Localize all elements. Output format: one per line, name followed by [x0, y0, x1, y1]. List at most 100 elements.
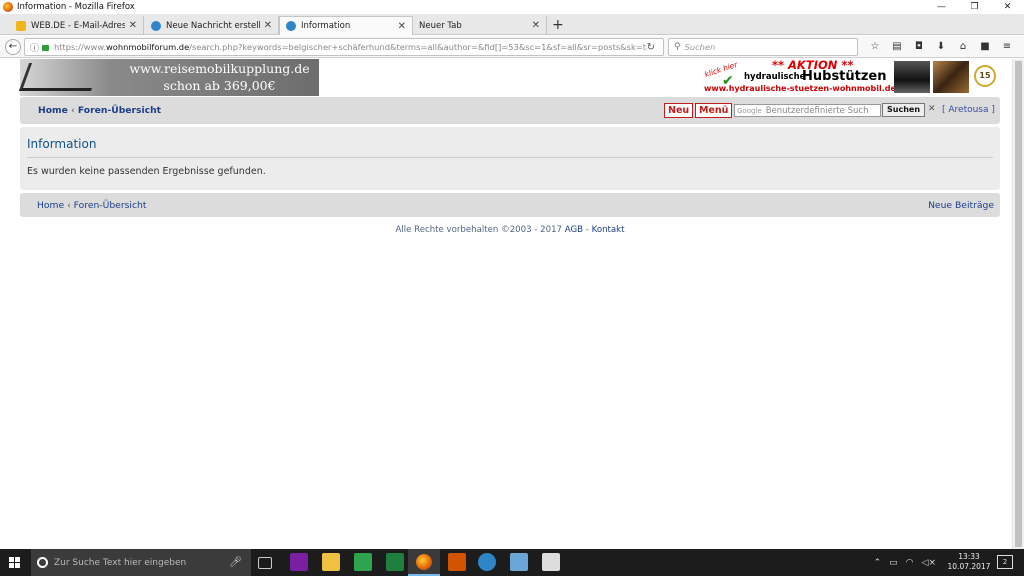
- pocket-icon[interactable]: ◘: [908, 39, 930, 55]
- firefox-icon: [3, 2, 13, 12]
- toolbar-icons: ☆ ▤ ◘ ⬇ ⌂ ■ ≡: [864, 39, 1018, 55]
- url-bar[interactable]: ⓘ https://www.wohnmobilforum.de/search.p…: [24, 38, 664, 56]
- tab-webde[interactable]: WEB.DE - E-Mail-Adresse ko ✕: [10, 16, 144, 35]
- url-text[interactable]: https://www.wohnmobilforum.de/search.php…: [54, 42, 647, 52]
- home-icon[interactable]: ⌂: [952, 39, 974, 55]
- breadcrumb-home[interactable]: Home: [38, 105, 68, 116]
- app-icon-1[interactable]: [290, 553, 308, 571]
- page-title: Information: [27, 137, 97, 151]
- excel-icon[interactable]: [386, 553, 404, 571]
- taskbar-search-box[interactable]: Zur Suche Text hier eingeben 🎤︎: [31, 549, 251, 576]
- user-profile-link[interactable]: [ Aretousa ]: [942, 105, 995, 115]
- close-tab-icon[interactable]: ✕: [264, 20, 272, 31]
- app-icon-8[interactable]: [510, 553, 528, 571]
- clear-search-icon[interactable]: ✕: [928, 104, 936, 114]
- breadcrumb-separator: ‹: [67, 200, 71, 211]
- close-tab-icon[interactable]: ✕: [532, 20, 540, 31]
- breadcrumb-forum-overview[interactable]: Foren-Übersicht: [78, 105, 161, 116]
- forum-icon: [286, 21, 296, 31]
- ad-hubstuetzen: Hubstützen: [802, 69, 887, 84]
- system-tray: ⌃ ▭ ◠ ◁×: [870, 549, 940, 576]
- ad-line2: schon ab 369,00€: [163, 78, 276, 93]
- window-controls: — ❐ ✕: [925, 0, 1024, 14]
- maximize-button[interactable]: ❐: [958, 0, 991, 14]
- reader-list-icon[interactable]: ▤: [886, 39, 908, 55]
- webde-icon: [16, 20, 26, 31]
- network-icon[interactable]: ▭: [889, 558, 898, 568]
- wifi-icon[interactable]: ◠: [906, 558, 914, 568]
- footer-breadcrumb: Home ‹ Foren-Übersicht: [37, 200, 146, 211]
- tab-label: Information: [301, 21, 351, 31]
- tab-neue-nachricht[interactable]: Neue Nachricht erstellen • F ✕: [145, 16, 279, 35]
- footer-home-link[interactable]: Home: [37, 200, 64, 211]
- volume-icon[interactable]: ◁×: [922, 558, 936, 568]
- notification-center-icon[interactable]: 2: [997, 555, 1013, 569]
- tab-label: Neue Nachricht erstellen • F: [166, 20, 260, 31]
- google-custom-search-input[interactable]: Google Benutzerdefinierte Such: [734, 104, 881, 117]
- reload-icon[interactable]: ↻: [647, 42, 655, 53]
- ad-seal-badge: 15: [974, 65, 996, 87]
- footer-nav-panel: Home ‹ Foren-Übersicht Neue Beiträge: [20, 193, 1000, 217]
- app-icon-3[interactable]: [354, 553, 372, 571]
- taskbar-clock[interactable]: 13:33 10.07.2017: [944, 552, 994, 572]
- scrollbar-thumb[interactable]: [1015, 61, 1022, 547]
- window-titlebar: Information - Mozilla Firefox — ❐ ✕: [0, 0, 1024, 14]
- close-window-button[interactable]: ✕: [991, 0, 1024, 14]
- navigation-bar: ← ⓘ https://www.wohnmobilforum.de/search…: [0, 36, 1024, 58]
- menu-button[interactable]: Menü: [695, 103, 733, 118]
- close-tab-icon[interactable]: ✕: [129, 20, 137, 31]
- clock-date: 10.07.2017: [947, 562, 991, 571]
- menu-icon[interactable]: ≡: [996, 39, 1018, 55]
- custom-search-placeholder: Benutzerdefinierte Such: [765, 105, 869, 116]
- tab-information[interactable]: Information ✕: [279, 16, 413, 35]
- tab-label: Neuer Tab: [419, 20, 462, 31]
- page-scrollbar[interactable]: [1012, 59, 1024, 549]
- agb-link[interactable]: AGB: [565, 225, 583, 235]
- page-content: www.reisemobilkupplung.de schon ab 369,0…: [0, 58, 1012, 549]
- neu-button[interactable]: Neu: [664, 103, 694, 118]
- app-icon-7[interactable]: [478, 553, 496, 571]
- windows-logo-icon: [9, 557, 14, 562]
- forum-icon: [151, 20, 161, 31]
- ad-hydraulische: hydraulische: [744, 72, 806, 82]
- breadcrumb-separator: ‹: [71, 105, 75, 116]
- copyright-dash: -: [583, 225, 592, 235]
- microphone-icon[interactable]: 🎤︎: [229, 557, 242, 568]
- kontakt-link[interactable]: Kontakt: [592, 225, 625, 235]
- google-label: Google: [737, 106, 762, 115]
- info-icon[interactable]: ⓘ: [30, 41, 39, 54]
- solitaire-icon[interactable]: [542, 553, 560, 571]
- app-icon-6[interactable]: [448, 553, 466, 571]
- amazon-icon[interactable]: ■: [974, 39, 996, 55]
- ad-line1: www.reisemobilkupplung.de: [129, 61, 310, 76]
- footer-forum-overview-link[interactable]: Foren-Übersicht: [74, 200, 147, 211]
- lock-icon: [42, 45, 50, 51]
- minimize-button[interactable]: —: [925, 0, 958, 14]
- firefox-icon: [416, 554, 432, 570]
- search-placeholder: Suchen: [684, 42, 716, 52]
- ad-banner-kupplung[interactable]: www.reisemobilkupplung.de schon ab 369,0…: [18, 59, 319, 96]
- new-posts-link[interactable]: Neue Beiträge: [928, 200, 994, 211]
- new-tab-button[interactable]: +: [552, 17, 564, 33]
- ad-banner-hubstuetzen[interactable]: klick hier ✔ ** AKTION ** hydraulische H…: [702, 58, 1000, 95]
- bookmark-star-icon[interactable]: ☆: [864, 39, 886, 55]
- task-view-icon[interactable]: [258, 557, 272, 569]
- close-tab-icon[interactable]: ✕: [398, 21, 406, 32]
- download-icon[interactable]: ⬇: [930, 39, 952, 55]
- firefox-taskbar-icon[interactable]: [408, 549, 440, 576]
- window-title: Information - Mozilla Firefox: [17, 2, 135, 12]
- tab-neuer-tab[interactable]: Neuer Tab ✕: [413, 16, 547, 35]
- information-panel: Information Es wurden keine passenden Er…: [20, 127, 1000, 190]
- windows-taskbar: Zur Suche Text hier eingeben 🎤︎ ⌃ ▭ ◠ ◁×…: [0, 549, 1024, 576]
- taskbar-search-placeholder: Zur Suche Text hier eingeben: [54, 557, 187, 568]
- copyright-line: Alle Rechte vorbehalten ©2003 - 2017 AGB…: [0, 225, 1020, 235]
- search-submit-button[interactable]: Suchen: [882, 103, 926, 117]
- ad-photo-control: [933, 61, 969, 93]
- back-button[interactable]: ←: [5, 39, 21, 55]
- ad-photo-stuetze: [894, 61, 930, 93]
- browser-search-bar[interactable]: ⚲ Suchen: [668, 38, 858, 56]
- file-explorer-icon[interactable]: [322, 553, 340, 571]
- copyright-text: Alle Rechte vorbehalten ©2003 - 2017: [395, 225, 563, 235]
- start-button[interactable]: [0, 549, 30, 576]
- show-hidden-icons[interactable]: ⌃: [874, 558, 882, 568]
